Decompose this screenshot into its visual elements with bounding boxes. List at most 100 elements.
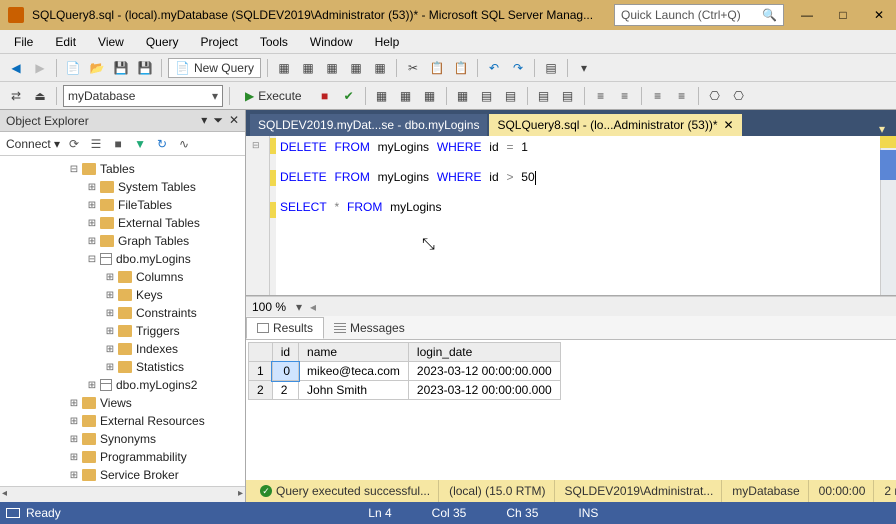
object-explorer-tree[interactable]: ⊟Tables ⊞System Tables ⊞FileTables ⊞Exte… xyxy=(0,156,245,486)
col-id[interactable]: id xyxy=(272,343,298,362)
plan-button-3[interactable]: ▦ xyxy=(420,86,440,106)
oe-stop-icon[interactable]: ■ xyxy=(110,136,126,152)
close-button[interactable]: ✕ xyxy=(866,5,892,25)
plan-button-1[interactable]: ▦ xyxy=(372,86,392,106)
tab-sqlquery8[interactable]: SQLQuery8.sql - (lo...Administrator (53)… xyxy=(489,114,741,136)
plan-button-2[interactable]: ▦ xyxy=(396,86,416,106)
menu-query[interactable]: Query xyxy=(136,33,189,51)
quick-launch-input[interactable]: Quick Launch (Ctrl+Q) 🔍 xyxy=(614,4,784,26)
maximize-button[interactable]: □ xyxy=(830,5,856,25)
table-row[interactable]: 1 0 mikeo@teca.com 2023-03-12 00:00:00.0… xyxy=(249,362,561,381)
undo-button[interactable]: ↶ xyxy=(484,58,504,78)
col-name[interactable]: name xyxy=(299,343,409,362)
tab-close-icon[interactable]: ✕ xyxy=(724,118,734,132)
copy-button[interactable]: 📋 xyxy=(427,58,447,78)
tree-columns[interactable]: ⊞Columns xyxy=(0,268,245,286)
oe-activity-icon[interactable]: ∿ xyxy=(176,136,192,152)
parse-button[interactable]: ✔ xyxy=(339,86,359,106)
zoom-combobox[interactable]: 100 % xyxy=(246,300,292,314)
tree-external-tables[interactable]: ⊞External Tables xyxy=(0,214,245,232)
database-combobox[interactable]: myDatabase xyxy=(63,85,223,107)
tab-results[interactable]: Results xyxy=(246,317,324,339)
tree-tables[interactable]: ⊟Tables xyxy=(0,160,245,178)
tree-graph-tables[interactable]: ⊞Graph Tables xyxy=(0,232,245,250)
tb-icon-1[interactable]: ▦ xyxy=(274,58,294,78)
tb-icon-5[interactable]: ▦ xyxy=(370,58,390,78)
zoom-dropdown-icon[interactable]: ▾ xyxy=(292,300,306,314)
menu-view[interactable]: View xyxy=(88,33,134,51)
debug-button-1[interactable]: ⎔ xyxy=(705,86,725,106)
comment-button[interactable]: ▤ xyxy=(534,86,554,106)
tab-mylogins-designer[interactable]: SQLDEV2019.myDat...se - dbo.myLogins xyxy=(250,114,487,136)
uncomment-button[interactable]: ▤ xyxy=(558,86,578,106)
outdent-button[interactable]: ≡ xyxy=(615,86,635,106)
new-item-button[interactable]: 📄 xyxy=(63,58,83,78)
minimize-button[interactable]: — xyxy=(794,5,820,25)
indent-button[interactable]: ≡ xyxy=(591,86,611,106)
tree-indexes[interactable]: ⊞Indexes xyxy=(0,340,245,358)
properties-button[interactable]: ▤ xyxy=(541,58,561,78)
tree-filetables[interactable]: ⊞FileTables xyxy=(0,196,245,214)
oe-filter-icon[interactable]: ☰ xyxy=(88,136,104,152)
tree-synonyms[interactable]: ⊞Synonyms xyxy=(0,430,245,448)
new-query-button[interactable]: 📄New Query xyxy=(168,58,261,78)
nav-forward-button[interactable]: ▶ xyxy=(30,58,50,78)
tree-external-resources[interactable]: ⊞External Resources xyxy=(0,412,245,430)
panel-dropdown-icon[interactable]: ▾ xyxy=(201,113,207,128)
disconnect-button[interactable]: ⏏ xyxy=(30,86,50,106)
panel-pin-icon[interactable]: ⏷ xyxy=(213,113,223,128)
save-all-button[interactable]: 💾 xyxy=(135,58,155,78)
oe-refresh-icon[interactable]: ⟳ xyxy=(66,136,82,152)
save-button[interactable]: 💾 xyxy=(111,58,131,78)
tree-keys[interactable]: ⊞Keys xyxy=(0,286,245,304)
debug-button-2[interactable]: ⎔ xyxy=(729,86,749,106)
specify-values-button[interactable]: ≡ xyxy=(648,86,668,106)
results-grid[interactable]: id name login_date 1 0 mikeo@teca.com 20… xyxy=(246,340,896,480)
tb-last-dropdown[interactable]: ▾ xyxy=(574,58,594,78)
collapse-icon[interactable]: ⊟ xyxy=(252,140,260,151)
sql-editor[interactable]: ⊟ DELETE FROM myLogins WHERE id = 1 DELE… xyxy=(246,136,896,296)
tree-views[interactable]: ⊞Views xyxy=(0,394,245,412)
stop-button[interactable]: ■ xyxy=(315,86,335,106)
tree-triggers[interactable]: ⊞Triggers xyxy=(0,322,245,340)
menu-file[interactable]: File xyxy=(4,33,43,51)
tree-constraints[interactable]: ⊞Constraints xyxy=(0,304,245,322)
selected-cell[interactable]: 0 xyxy=(272,362,298,381)
results-file-button[interactable]: ▤ xyxy=(501,86,521,106)
results-text-button[interactable]: ▤ xyxy=(477,86,497,106)
col-login-date[interactable]: login_date xyxy=(408,343,560,362)
code-text[interactable]: DELETE FROM myLogins WHERE id = 1 DELETE… xyxy=(276,136,880,295)
editor-overview-ruler[interactable] xyxy=(880,136,896,295)
tree-system-tables[interactable]: ⊞System Tables xyxy=(0,178,245,196)
menu-edit[interactable]: Edit xyxy=(45,33,86,51)
connect-button[interactable]: Connect ▾ xyxy=(6,137,60,151)
panel-close-icon[interactable]: ✕ xyxy=(229,113,239,128)
redo-button[interactable]: ↷ xyxy=(508,58,528,78)
tab-messages[interactable]: Messages xyxy=(324,318,415,338)
hscroll-left-icon[interactable]: ◂ xyxy=(306,300,320,314)
results-grid-button[interactable]: ▦ xyxy=(453,86,473,106)
object-explorer-scrollbar[interactable] xyxy=(0,486,245,502)
cut-button[interactable]: ✂ xyxy=(403,58,423,78)
menu-project[interactable]: Project xyxy=(191,33,248,51)
tree-mylogins[interactable]: ⊟dbo.myLogins xyxy=(0,250,245,268)
tree-statistics[interactable]: ⊞Statistics xyxy=(0,358,245,376)
tabs-overflow-button[interactable]: ▾ xyxy=(872,122,892,136)
menu-help[interactable]: Help xyxy=(365,33,410,51)
change-connection-button[interactable]: ⇄ xyxy=(6,86,26,106)
nav-back-button[interactable]: ◀ xyxy=(6,58,26,78)
paste-button[interactable]: 📋 xyxy=(451,58,471,78)
menu-tools[interactable]: Tools xyxy=(250,33,298,51)
include-stats-button[interactable]: ≡ xyxy=(672,86,692,106)
tree-service-broker[interactable]: ⊞Service Broker xyxy=(0,466,245,484)
tb-icon-2[interactable]: ▦ xyxy=(298,58,318,78)
oe-sync-icon[interactable]: ↻ xyxy=(154,136,170,152)
tb-icon-3[interactable]: ▦ xyxy=(322,58,342,78)
execute-button[interactable]: ▶Execute xyxy=(236,85,311,107)
tb-icon-4[interactable]: ▦ xyxy=(346,58,366,78)
tree-mylogins2[interactable]: ⊞dbo.myLogins2 xyxy=(0,376,245,394)
open-button[interactable]: 📂 xyxy=(87,58,107,78)
oe-filter2-icon[interactable]: ▼ xyxy=(132,136,148,152)
menu-window[interactable]: Window xyxy=(300,33,363,51)
table-row[interactable]: 2 2 John Smith 2023-03-12 00:00:00.000 xyxy=(249,381,561,400)
